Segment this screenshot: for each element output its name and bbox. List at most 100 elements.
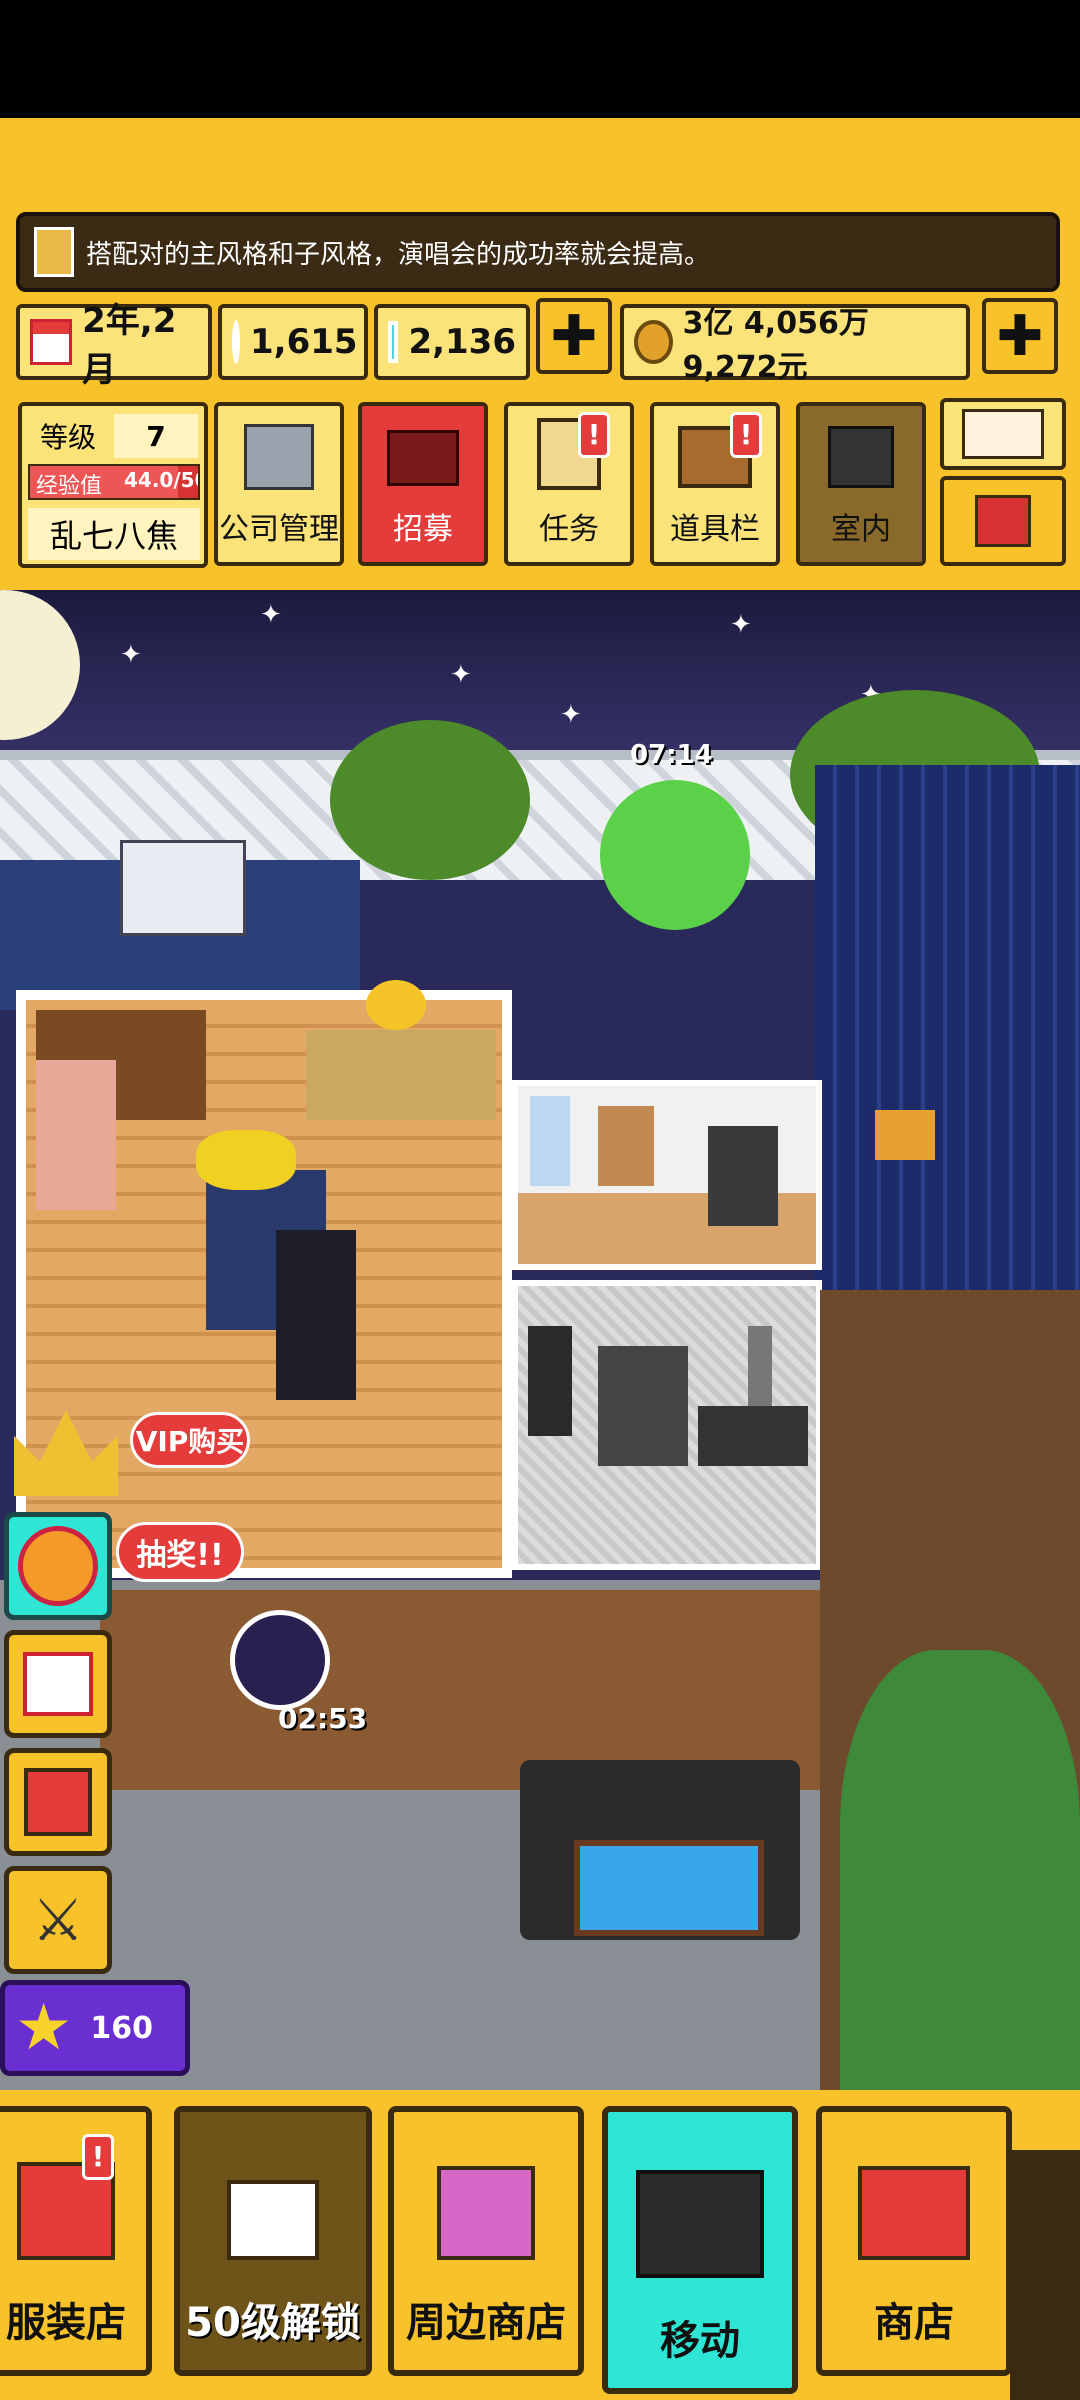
- star: ✦: [120, 640, 142, 670]
- microphone-icon: [748, 1326, 772, 1406]
- clothing-label: 服装店: [6, 2300, 126, 2346]
- merch-label: 周边商店: [406, 2300, 566, 2346]
- add-money-button[interactable]: ✚: [982, 298, 1058, 374]
- alert-badge: !: [82, 2134, 114, 2180]
- van-icon: [636, 2170, 764, 2278]
- level-label: 等级: [39, 421, 96, 454]
- battle-button[interactable]: ⚔: [4, 1866, 112, 1974]
- game-scene[interactable]: ✦ ✦ ✦ ✦ ✦ ✦ ✦ ✦ 07:14: [0, 590, 1080, 2090]
- coin-icon: [634, 320, 673, 364]
- chandelier: [120, 840, 246, 936]
- trophy-shelf: [306, 1030, 496, 1120]
- diamond-icon: [388, 321, 399, 363]
- add-diamonds-button[interactable]: ✚: [536, 298, 612, 374]
- tasks-label: 任务: [539, 512, 599, 547]
- recruit-button[interactable]: 招募: [358, 402, 488, 566]
- tasks-button[interactable]: 任务 !: [504, 402, 634, 566]
- move-label: 移动: [660, 2318, 740, 2364]
- character: [598, 1346, 688, 1466]
- envelope-icon: [962, 409, 1044, 459]
- company-label: 公司管理: [219, 512, 339, 547]
- exp-label: 经验值: [36, 474, 103, 499]
- building-icon: [244, 424, 314, 490]
- gem-counter: 1,615: [218, 304, 368, 380]
- interior-button[interactable]: 室内: [796, 402, 926, 566]
- money-counter: 3亿 4,056万 9,272元: [620, 304, 970, 385]
- cat: [875, 1110, 935, 1160]
- shop-button[interactable]: 商店: [816, 2106, 1012, 2376]
- unlock-label: 50级解锁: [185, 2300, 361, 2346]
- stars-counter[interactable]: ★ 160: [0, 1980, 190, 2076]
- pink-gem-icon: [232, 320, 240, 364]
- gem-text: 1,615: [250, 322, 358, 362]
- speaker: [528, 1326, 572, 1436]
- crossed-swords-icon: ⚔: [32, 1886, 84, 1954]
- trophy-icon: [366, 980, 426, 1030]
- vip-purchase-button[interactable]: VIP购买: [130, 1412, 250, 1468]
- scroll-icon: [34, 227, 74, 277]
- tree: [840, 1650, 1080, 2090]
- character: [276, 1230, 356, 1400]
- lounge-room[interactable]: [512, 1080, 822, 1270]
- billboard: [574, 1840, 764, 1936]
- calendar-icon: [23, 1652, 93, 1716]
- gift-button[interactable]: [4, 1748, 112, 1856]
- moon-timer-icon[interactable]: [230, 1610, 330, 1710]
- star: ✦: [450, 660, 472, 690]
- diamond-counter: 2,136: [374, 304, 530, 380]
- lottery-button[interactable]: [4, 1512, 112, 1620]
- clothing-store-button[interactable]: 服装店: [0, 2106, 152, 2376]
- calendar-button[interactable]: [4, 1630, 112, 1738]
- round-bush: [600, 780, 750, 930]
- tree: [330, 720, 530, 880]
- tip-text: 搭配对的主风格和子风格，演唱会的成功率就会提高。: [86, 239, 711, 270]
- items-button[interactable]: 道具栏 !: [650, 402, 780, 566]
- chair: [598, 1106, 654, 1186]
- character: [708, 1126, 778, 1226]
- date-display: 2年,2月: [16, 301, 212, 390]
- plus-icon: ✚: [996, 303, 1044, 369]
- star-icon: ★: [15, 1991, 73, 2065]
- exp-value: 44.0/50: [124, 468, 198, 492]
- star: ✦: [260, 600, 282, 630]
- star: ✦: [560, 700, 582, 730]
- character: [36, 1060, 116, 1210]
- move-button[interactable]: 移动: [602, 2106, 798, 2394]
- lottery-label[interactable]: 抽奖!!: [116, 1522, 244, 1582]
- camera-icon: [227, 2180, 319, 2260]
- gift-icon: [24, 1768, 92, 1836]
- megaphone-icon: [387, 430, 459, 486]
- exp-bar: 经验值 44.0/50: [28, 464, 200, 500]
- date-text: 2年,2月: [82, 301, 177, 390]
- mail-button[interactable]: [940, 398, 1066, 470]
- merch-store-button[interactable]: 周边商店: [388, 2106, 584, 2376]
- shop-icon: [858, 2166, 970, 2260]
- lottery-wheel-icon: [18, 1526, 98, 1606]
- water-cooler: [530, 1096, 570, 1186]
- clock-text: 07:14: [630, 740, 713, 770]
- paint-roller-icon: [828, 426, 894, 488]
- shop-label: 商店: [874, 2300, 954, 2346]
- bottom-bar-edge: [1010, 2150, 1080, 2400]
- recruit-label: 招募: [393, 512, 453, 547]
- company-management-button[interactable]: 公司管理: [214, 402, 344, 566]
- level-unlock-button[interactable]: 50级解锁: [174, 2106, 372, 2376]
- company-name: 乱七八焦: [28, 508, 200, 560]
- level-panel[interactable]: 等级 7 经验值 44.0/50 乱七八焦: [18, 402, 208, 568]
- items-label: 道具栏: [670, 512, 760, 547]
- calendar-icon: [30, 319, 73, 365]
- blue-roof-building: [815, 765, 1080, 1315]
- timer-text: 02:53: [278, 1702, 368, 1735]
- stars-count: 160: [90, 2010, 153, 2046]
- studio-room[interactable]: [512, 1280, 822, 1570]
- plus-icon: ✚: [550, 303, 598, 369]
- character-hair: [196, 1130, 296, 1190]
- interior-label: 室内: [831, 512, 891, 547]
- status-bar-area: [0, 0, 1080, 118]
- level-value: 7: [114, 414, 198, 458]
- alert-badge: !: [578, 412, 610, 458]
- cash-register-icon: [437, 2166, 535, 2260]
- star: ✦: [730, 610, 752, 640]
- build-button[interactable]: [940, 476, 1066, 566]
- diamond-text: 2,136: [408, 322, 516, 362]
